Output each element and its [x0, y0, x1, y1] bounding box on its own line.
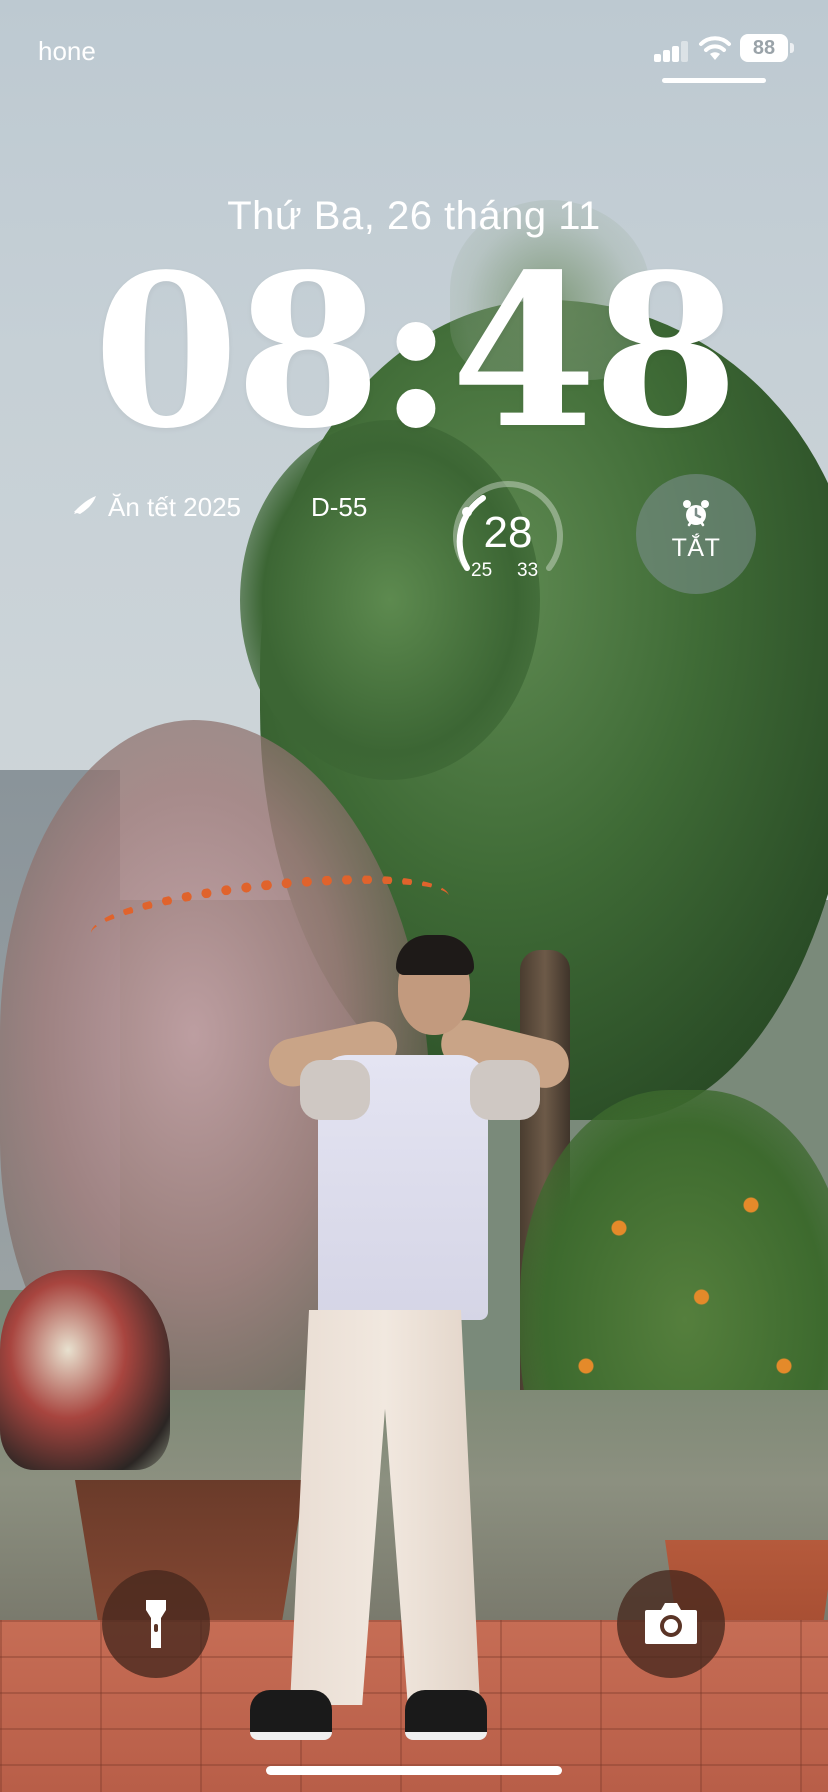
- weather-current-temp: 28: [483, 508, 533, 557]
- alarm-clock-icon: [681, 498, 711, 528]
- countdown-label: Ăn tết 2025: [108, 492, 241, 522]
- alarm-widget[interactable]: TẮT: [636, 474, 756, 594]
- countdown-days[interactable]: D-55: [311, 492, 367, 523]
- lock-clock[interactable]: 08:48: [0, 247, 828, 457]
- cellular-signal-icon: [654, 40, 690, 62]
- weather-high-temp: 33: [517, 560, 539, 581]
- alarm-status-label: TẮT: [671, 534, 721, 562]
- weather-low-temp: 25: [471, 560, 493, 581]
- widget-row: Ăn tết 2025 D-55 28 25 33 TẮT: [0, 474, 828, 610]
- status-bar: hone 88: [0, 0, 828, 96]
- control-center-indicator[interactable]: [662, 78, 766, 83]
- camera-icon: [645, 1603, 697, 1644]
- wifi-icon: [698, 34, 732, 62]
- lock-screen: hone 88 Thứ Ba, 26 tháng 11 08:48 Ăn tết…: [0, 0, 828, 1792]
- countdown-widget[interactable]: Ăn tết 2025: [72, 492, 241, 523]
- rocket-icon: [72, 494, 98, 522]
- flashlight-button[interactable]: [102, 1570, 210, 1678]
- battery-indicator: 88: [740, 34, 788, 62]
- carrier-label: hone: [38, 36, 96, 66]
- weather-widget[interactable]: 28 25 33: [443, 472, 573, 602]
- camera-button[interactable]: [617, 1570, 725, 1678]
- flashlight-icon: [146, 1600, 166, 1648]
- home-indicator[interactable]: [266, 1766, 562, 1775]
- battery-cap: [790, 43, 794, 53]
